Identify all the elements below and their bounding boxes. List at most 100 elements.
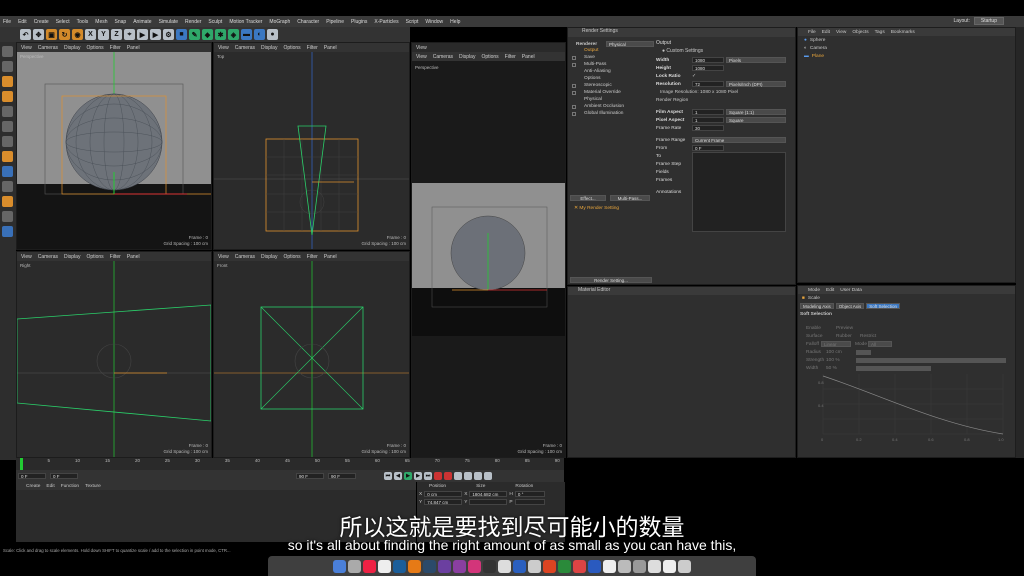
floor-icon[interactable]: ▬	[241, 29, 252, 40]
om-menu-view[interactable]: View	[836, 30, 846, 35]
cube-icon[interactable]: ■	[176, 29, 187, 40]
vp-menu-filter[interactable]: Filter	[307, 254, 318, 260]
lock-ratio-checkbox[interactable]: ✓	[692, 74, 696, 79]
x-axis-icon[interactable]: X	[85, 29, 96, 40]
subdivision-icon[interactable]: ◆	[202, 29, 213, 40]
menu-item[interactable]: Plugins	[351, 19, 367, 25]
vp-menu-options[interactable]: Options	[481, 54, 498, 60]
vp-menu-panel[interactable]: Panel	[127, 254, 140, 260]
menu-item[interactable]: Sculpt	[208, 19, 222, 25]
rotate-tool-icon[interactable]: ↻	[59, 29, 70, 40]
rs-item-ambient-occlusion[interactable]: Ambient Occlusion	[570, 104, 654, 111]
enable-axis-icon[interactable]	[2, 151, 13, 162]
keyframe-selection-icon[interactable]	[454, 472, 462, 480]
width-unit[interactable]: Pixels	[726, 57, 786, 63]
mm-menu-texture[interactable]: Texture	[85, 484, 101, 489]
lightroom-icon[interactable]	[423, 559, 436, 573]
om-menu-file[interactable]: File	[808, 30, 816, 35]
planar-workplane-icon[interactable]	[2, 211, 13, 222]
vp-menu-filter[interactable]: Filter	[307, 45, 318, 51]
menu-item[interactable]: Simulate	[159, 19, 178, 25]
model-mode-icon[interactable]	[2, 61, 13, 72]
vp-menu-panel[interactable]: Panel	[324, 254, 337, 260]
checkbox[interactable]	[572, 63, 576, 67]
z-axis-icon[interactable]: Z	[111, 29, 122, 40]
tweak-icon[interactable]	[2, 166, 13, 177]
vp-menu-view[interactable]: View	[218, 45, 229, 51]
app-icon[interactable]	[663, 559, 676, 573]
texture-mode-icon[interactable]	[2, 76, 13, 87]
vp-menu-cameras[interactable]: Cameras	[38, 254, 58, 260]
om-menu-tags[interactable]: Tags	[875, 30, 885, 35]
menu-item[interactable]: Script	[406, 19, 419, 25]
rotation-key-icon[interactable]	[474, 472, 482, 480]
photoshop-icon[interactable]	[393, 559, 406, 573]
y-axis-icon[interactable]: Y	[98, 29, 109, 40]
rs-item-antialiasing[interactable]: Anti-Aliasing	[570, 69, 654, 76]
calendar-icon[interactable]	[378, 559, 391, 573]
app-icon[interactable]	[528, 559, 541, 573]
menu-item[interactable]: Select	[56, 19, 70, 25]
from-field[interactable]: 0 F	[692, 145, 724, 151]
vp-menu-display[interactable]: Display	[261, 254, 277, 260]
rs-item-material-override[interactable]: Material Override	[570, 90, 654, 97]
word-icon[interactable]	[588, 559, 601, 573]
live-select-icon[interactable]: ◉	[72, 29, 83, 40]
vp-menu-display[interactable]: Display	[459, 54, 475, 60]
vp-menu-options[interactable]: Options	[86, 254, 103, 260]
object-item-plane[interactable]: ▬ Plane	[798, 52, 1015, 60]
vp-menu-cameras[interactable]: Cameras	[235, 45, 255, 51]
edges-mode-icon[interactable]	[2, 121, 13, 132]
object-item-camera[interactable]: ◐ Camera	[798, 44, 1015, 52]
go-start-icon[interactable]: ⏮	[384, 472, 392, 480]
falloff-dropdown[interactable]: Linear	[821, 341, 851, 347]
end-frame-field[interactable]: 90 F	[328, 473, 356, 479]
app-icon[interactable]	[633, 559, 646, 573]
width-field[interactable]: 1080	[692, 57, 724, 63]
rs-item-save[interactable]: Save	[570, 55, 654, 62]
next-key-icon[interactable]: ▶	[414, 472, 422, 480]
play-icon[interactable]: ▶	[404, 472, 412, 480]
vp-menu-filter[interactable]: Filter	[110, 45, 121, 51]
snap-icon[interactable]	[2, 181, 13, 192]
pixel-aspect-field[interactable]: 1	[692, 117, 724, 123]
vp-menu-filter[interactable]: Filter	[505, 54, 516, 60]
falloff-graph[interactable]: 0.8 0.4 0 0.2 0.4 0.6 0.8 1.0	[818, 374, 1008, 444]
menu-item[interactable]: Snap	[115, 19, 127, 25]
vp-menu-view[interactable]: View	[21, 254, 32, 260]
viewport-right[interactable]: View Cameras Display Options Filter Pane…	[16, 251, 212, 458]
annotations-field[interactable]	[692, 152, 786, 232]
radius-value[interactable]: 100 cm	[826, 350, 856, 355]
launchpad-icon[interactable]	[348, 559, 361, 573]
solo-icon[interactable]	[2, 226, 13, 237]
preview-end-field[interactable]: 90 F	[296, 473, 324, 479]
vp-menu-options[interactable]: Options	[283, 45, 300, 51]
size-x-field[interactable]: 1804.682 cm	[469, 491, 508, 497]
points-mode-icon[interactable]	[2, 106, 13, 117]
menu-item[interactable]: X-Particles	[374, 19, 398, 25]
effect-button[interactable]: Effect...	[570, 195, 606, 201]
light-icon[interactable]: ●	[267, 29, 278, 40]
menu-item[interactable]: Help	[450, 19, 460, 25]
prev-key-icon[interactable]: ◀	[394, 472, 402, 480]
vp-menu-view[interactable]: View	[416, 54, 427, 60]
render-settings-icon[interactable]: ⚙	[163, 29, 174, 40]
cinema4d-icon[interactable]	[513, 559, 526, 573]
menu-item[interactable]: Tools	[77, 19, 89, 25]
vp-menu-display[interactable]: Display	[261, 45, 277, 51]
vp-menu-panel[interactable]: Panel	[324, 45, 337, 51]
vp-menu-options[interactable]: Options	[283, 254, 300, 260]
app-icon[interactable]	[603, 559, 616, 573]
premiere-icon[interactable]	[453, 559, 466, 573]
strength-value[interactable]: 100 %	[826, 358, 856, 363]
object-item-sphere[interactable]: ● Sphere	[798, 36, 1015, 44]
menu-item[interactable]: File	[3, 19, 11, 25]
scale-tool-icon[interactable]: ▣	[46, 29, 57, 40]
preview-start-field[interactable]: 0 F	[50, 473, 78, 479]
make-editable-icon[interactable]	[2, 46, 13, 57]
menu-item[interactable]: Mesh	[95, 19, 107, 25]
om-menu-objects[interactable]: Objects	[852, 30, 868, 35]
width-slider[interactable]	[856, 365, 931, 371]
tab-soft-selection[interactable]: Soft Selection	[866, 303, 901, 309]
render-view-icon[interactable]: ▶	[137, 29, 148, 40]
